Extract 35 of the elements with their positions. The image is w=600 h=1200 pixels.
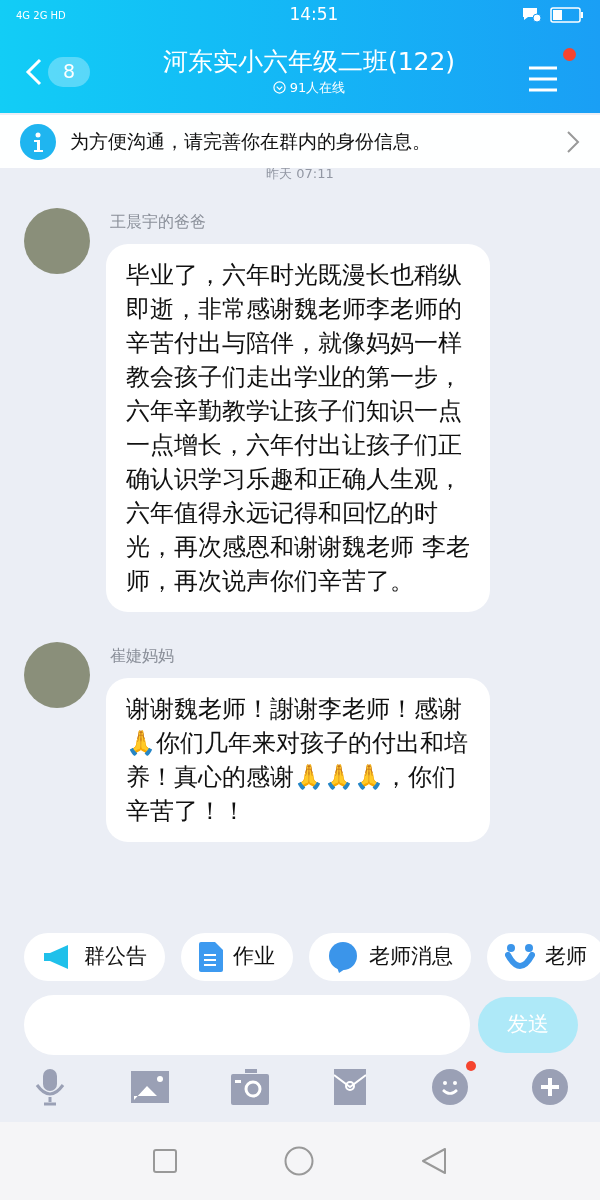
shortcut-chip[interactable]: 群公告	[24, 932, 165, 981]
sender-name: 崔婕妈妈	[110, 644, 175, 667]
clock: 14:51	[289, 3, 339, 27]
signal-status: 4G 2G HD	[16, 8, 66, 23]
battery-icon	[550, 7, 584, 23]
online-count: 91人在线	[289, 78, 346, 97]
info-icon	[20, 123, 56, 160]
notice-banner[interactable]: 为方便沟通，请完善你在群内的身份信息。	[0, 115, 600, 168]
shortcut-chip[interactable]: 老师消息	[309, 932, 471, 981]
document-icon	[199, 941, 223, 972]
sender-name: 王晨宇的爸爸	[110, 210, 207, 233]
unread-count: 8	[48, 56, 90, 87]
message-blocked-icon	[522, 7, 542, 23]
notice-text: 为方便沟通，请完善你在群内的身份信息。	[70, 129, 432, 155]
plus-icon	[532, 1068, 568, 1105]
image-icon	[131, 1070, 169, 1103]
shortcut-chip[interactable]: 作业	[181, 932, 293, 981]
group-title: 河东实小六年级二班(122)	[162, 45, 456, 78]
smiley-icon	[432, 1068, 468, 1105]
check-circle-icon	[272, 81, 286, 94]
microphone-icon	[34, 1066, 66, 1107]
chevron-right-icon	[566, 129, 580, 154]
back-icon	[24, 56, 44, 87]
menu-icon	[528, 65, 558, 92]
message-text: 谢谢魏老师！謝谢李老师！感谢🙏你们几年来对孩子的付出和培养！真心的感谢🙏🙏🙏，你们辛苦了！！	[126, 693, 469, 827]
square-icon[interactable]	[153, 1149, 178, 1173]
home-circle-icon[interactable]	[284, 1146, 314, 1176]
envelope-icon	[334, 1068, 366, 1105]
back-triangle-icon[interactable]	[420, 1147, 447, 1175]
timestamp: 昨天 07:11	[266, 165, 334, 183]
message-text: 毕业了，六年时光既漫长也稍纵即逝，非常感谢魏老师李老师的辛苦付出与陪伴，就像妈妈一样教会孩子们走出学业的第一步，六年辛勤教学让孩子们知识一点一点增长，六年付出让孩子们正确认识学习乐趣和正确人生观，六年值得永远记得和回忆的时光，再次感恩和谢谢魏老师 李老师，再次说声你们辛苦了。	[126, 259, 470, 597]
smile-logo-icon	[505, 942, 535, 971]
shortcut-chip[interactable]: 老师	[487, 932, 600, 981]
speech-bubble-icon	[327, 940, 359, 973]
camera-icon	[231, 1068, 269, 1105]
